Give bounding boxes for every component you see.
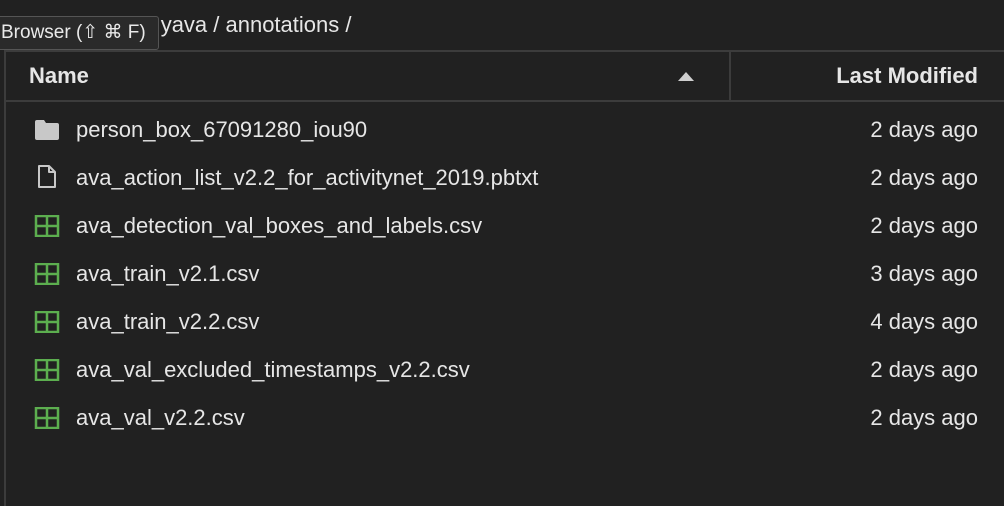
file-name[interactable]: ava_train_v2.1.csv <box>76 250 259 298</box>
file-name[interactable]: ava_detection_val_boxes_and_labels.csv <box>76 202 482 250</box>
sort-ascending-icon[interactable] <box>678 72 694 81</box>
table-row[interactable]: person_box_67091280_iou90 2 days ago <box>6 106 1004 154</box>
file-name[interactable]: ava_val_excluded_timestamps_v2.2.csv <box>76 346 470 394</box>
table-header: Name Last Modified <box>6 52 1004 102</box>
table-row[interactable]: ava_action_list_v2.2_for_activitynet_201… <box>6 154 1004 202</box>
last-modified: 4 days ago <box>870 309 978 334</box>
table-row[interactable]: ava_val_v2.2.csv 2 days ago <box>6 394 1004 442</box>
column-divider[interactable] <box>729 52 731 100</box>
table-row[interactable]: ava_train_v2.1.csv 3 days ago <box>6 250 1004 298</box>
folder-icon <box>34 119 60 141</box>
table-row[interactable]: ava_val_excluded_timestamps_v2.2.csv 2 d… <box>6 346 1004 394</box>
last-modified: 3 days ago <box>870 261 978 286</box>
file-name[interactable]: ava_action_list_v2.2_for_activitynet_201… <box>76 154 538 202</box>
column-header-name[interactable]: Name <box>29 52 89 100</box>
file-browser: Name Last Modified person_box_67091280_i… <box>4 50 1004 506</box>
tooltip: Browser (⇧ ⌘ F) <box>0 16 159 50</box>
last-modified: 2 days ago <box>870 357 978 382</box>
file-name[interactable]: ava_train_v2.2.csv <box>76 298 259 346</box>
file-name[interactable]: ava_val_v2.2.csv <box>76 394 245 442</box>
spreadsheet-icon <box>34 406 60 430</box>
last-modified: 2 days ago <box>870 213 978 238</box>
table-row[interactable]: ava_train_v2.2.csv 4 days ago <box>6 298 1004 346</box>
file-icon <box>34 165 60 189</box>
last-modified: 2 days ago <box>870 405 978 430</box>
spreadsheet-icon <box>34 358 60 382</box>
file-name[interactable]: person_box_67091280_iou90 <box>76 106 367 154</box>
column-header-last-modified[interactable]: Last Modified <box>836 52 978 100</box>
last-modified: 2 days ago <box>870 117 978 142</box>
breadcrumb-path[interactable]: yava / annotations / <box>161 12 352 37</box>
spreadsheet-icon <box>34 310 60 334</box>
file-list: person_box_67091280_iou90 2 days ago ava… <box>6 102 1004 442</box>
table-row[interactable]: ava_detection_val_boxes_and_labels.csv 2… <box>6 202 1004 250</box>
spreadsheet-icon <box>34 262 60 286</box>
last-modified: 2 days ago <box>870 165 978 190</box>
spreadsheet-icon <box>34 214 60 238</box>
